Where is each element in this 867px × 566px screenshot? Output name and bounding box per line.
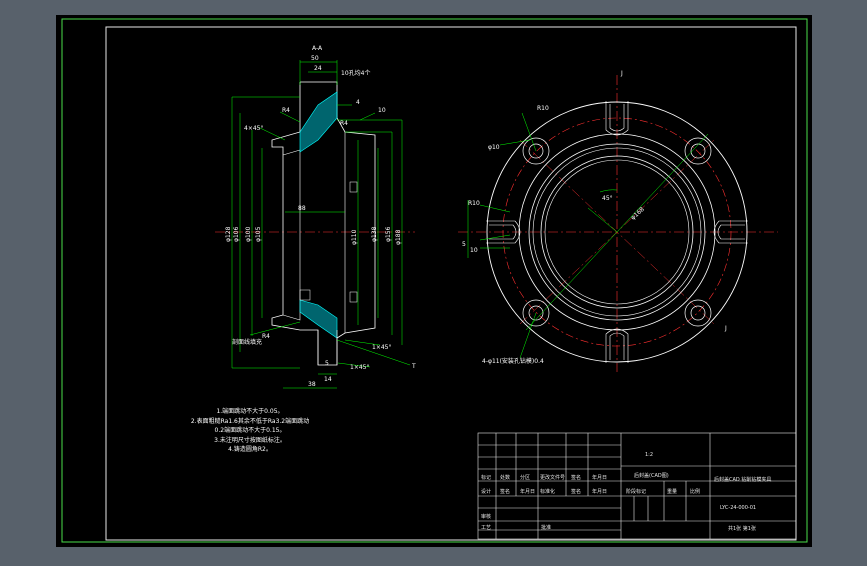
- svg-text:5: 5: [462, 241, 466, 248]
- tb-sheet-info: 共1张 第1张: [728, 526, 756, 532]
- tb-process: 工艺: [481, 525, 492, 531]
- tb-h1: 处数: [500, 475, 511, 481]
- svg-text:1×45°: 1×45°: [372, 344, 391, 351]
- note-1: 1.端面跳动不大于0.05。: [216, 408, 284, 415]
- tb-r2: 年月日: [520, 489, 536, 495]
- svg-text:4×45°: 4×45°: [244, 125, 263, 132]
- tb-review: 审核: [481, 514, 492, 520]
- tb-h2: 分区: [520, 475, 531, 481]
- svg-text:4-φ11(安装孔钻模)0.4: 4-φ11(安装孔钻模)0.4: [482, 357, 544, 365]
- view-mark-right: J: [724, 325, 727, 332]
- tb-r1: 签名: [500, 489, 511, 495]
- tb-r4: 签名: [571, 489, 582, 495]
- svg-text:φ128: φ128: [225, 226, 232, 242]
- svg-text:φ110: φ110: [351, 229, 358, 245]
- svg-text:4: 4: [356, 99, 360, 106]
- svg-text:φ188: φ188: [395, 229, 402, 245]
- note-5: 4.铸造圆角R2。: [228, 446, 272, 453]
- svg-text:24: 24: [314, 65, 322, 72]
- tb-h4: 签名: [571, 475, 582, 481]
- svg-text:R4: R4: [282, 107, 290, 114]
- svg-text:T: T: [411, 363, 416, 370]
- svg-text:50: 50: [311, 55, 319, 62]
- svg-text:R4: R4: [262, 333, 270, 340]
- tb-stage: 阶段标记: [626, 489, 647, 495]
- svg-text:φ105: φ105: [255, 226, 262, 242]
- note-2: 2.表面粗糙Ra1.6其余不低于Ra3.2端面跳动: [190, 417, 310, 425]
- tb-h3: 更改文件号: [540, 475, 566, 481]
- svg-text:φ100: φ100: [245, 226, 252, 242]
- note-4: 3.未注明尺寸按图纸标注。: [214, 436, 286, 444]
- svg-text:R10: R10: [468, 200, 480, 207]
- svg-text:10: 10: [470, 247, 478, 254]
- svg-text:剖面线填充: 剖面线填充: [232, 338, 262, 346]
- tb-weight: 重量: [667, 489, 678, 495]
- svg-text:φ10: φ10: [488, 144, 500, 151]
- tb-r0: 设计: [481, 489, 492, 495]
- svg-text:R10: R10: [537, 105, 549, 112]
- svg-text:φ138: φ138: [371, 226, 378, 242]
- svg-text:φ156: φ156: [385, 226, 392, 242]
- note-3: 0.2端面跳动不大于0.15。: [214, 427, 286, 434]
- tb-scale-col: 比例: [690, 489, 701, 495]
- tb-r3: 标准化: [540, 489, 556, 495]
- tb-part-name: 后封盖(CAD图): [634, 473, 669, 479]
- svg-text:R4: R4: [340, 120, 348, 127]
- svg-text:45°: 45°: [602, 195, 613, 202]
- tb-h0: 标记: [481, 475, 492, 481]
- technical-notes: 1.端面跳动不大于0.05。 2.表面粗糙Ra1.6其余不低于Ra3.2端面跳动…: [150, 407, 350, 455]
- svg-text:14: 14: [324, 376, 332, 383]
- cad-viewport: A-A 50 24 10孔均4个 4 10 4×45° R4 R4 88 R4 …: [0, 0, 867, 562]
- section-label: A-A: [312, 45, 323, 52]
- tb-scale: 1:2: [645, 452, 654, 458]
- tb-approve: 批准: [541, 525, 552, 531]
- view-mark-top: J: [620, 70, 623, 77]
- svg-text:88: 88: [298, 205, 306, 212]
- tb-drawing-no: LYC-24-000-01: [720, 505, 757, 511]
- svg-text:10孔均4个: 10孔均4个: [341, 69, 370, 77]
- svg-text:1×45°: 1×45°: [350, 364, 369, 371]
- tb-h5: 年月日: [592, 475, 608, 481]
- tb-r5: 年月日: [592, 489, 608, 495]
- svg-text:38: 38: [308, 381, 316, 388]
- svg-text:φ106: φ106: [233, 226, 240, 242]
- svg-text:5: 5: [325, 360, 329, 367]
- svg-text:10: 10: [378, 107, 386, 114]
- drawing-sheet: [56, 15, 812, 547]
- tb-part-desc: 后封盖CAD 钻削钻模夹具: [714, 477, 772, 483]
